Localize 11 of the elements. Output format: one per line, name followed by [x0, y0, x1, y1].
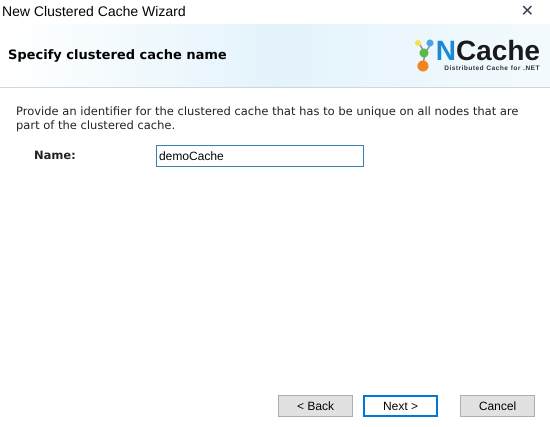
name-input[interactable]: demoCache: [156, 145, 364, 167]
window-title: New Clustered Cache Wizard: [2, 2, 186, 20]
wizard-button[interactable]: Cancel: [460, 395, 535, 417]
logo-wordmark: NCache: [436, 38, 540, 64]
molecule-icon: [414, 39, 434, 74]
name-label: Name:: [34, 147, 77, 164]
description-text: Provide an identifier for the clustered cache that has to be unique on all nodes that are part of the clustered cache.: [15, 104, 520, 132]
wizard-button[interactable]: Next >: [363, 395, 438, 417]
close-button[interactable]: ✕: [516, 3, 538, 19]
page-heading: Specify clustered cache name: [8, 46, 227, 65]
wizard-button[interactable]: < Back: [278, 395, 353, 417]
